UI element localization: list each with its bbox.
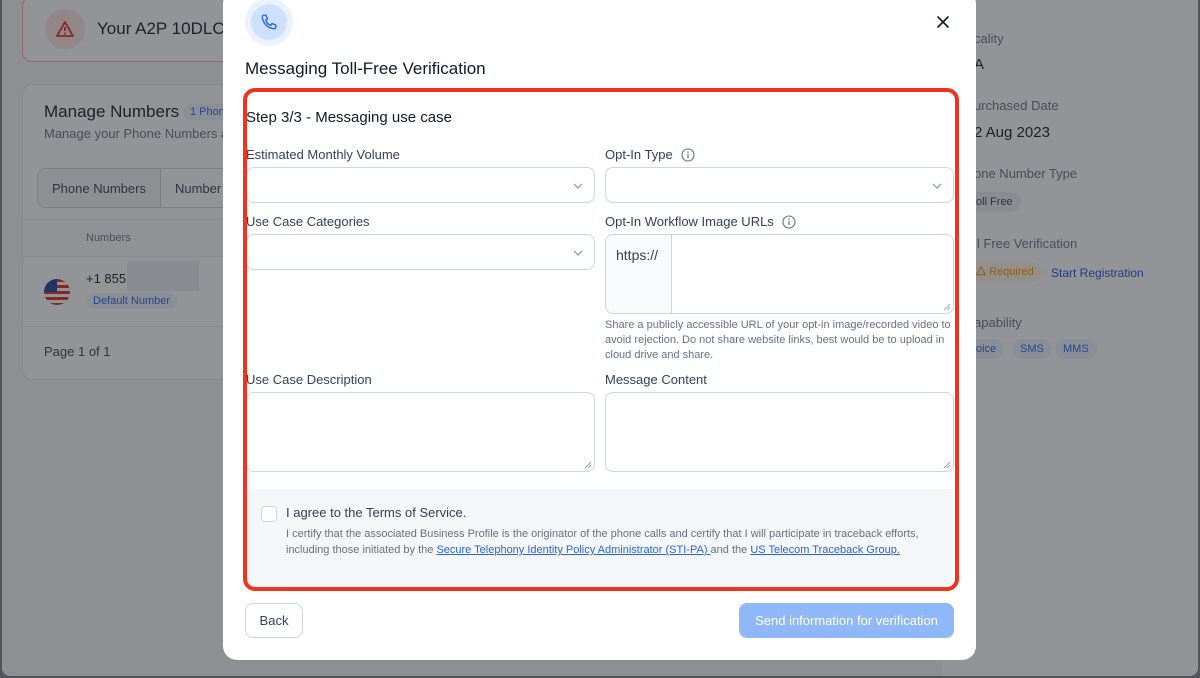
toll-free-verification-modal: Messaging Toll-Free Verification Step 3/… <box>223 0 976 660</box>
highlight-annotation <box>243 88 959 591</box>
modal-title: Messaging Toll-Free Verification <box>245 59 486 78</box>
send-verification-button[interactable]: Send information for verification <box>739 603 954 638</box>
close-icon <box>937 16 949 28</box>
phone-icon-container <box>245 0 293 46</box>
close-button[interactable] <box>931 10 955 34</box>
phone-icon <box>261 14 277 30</box>
back-button[interactable]: Back <box>245 603 303 638</box>
